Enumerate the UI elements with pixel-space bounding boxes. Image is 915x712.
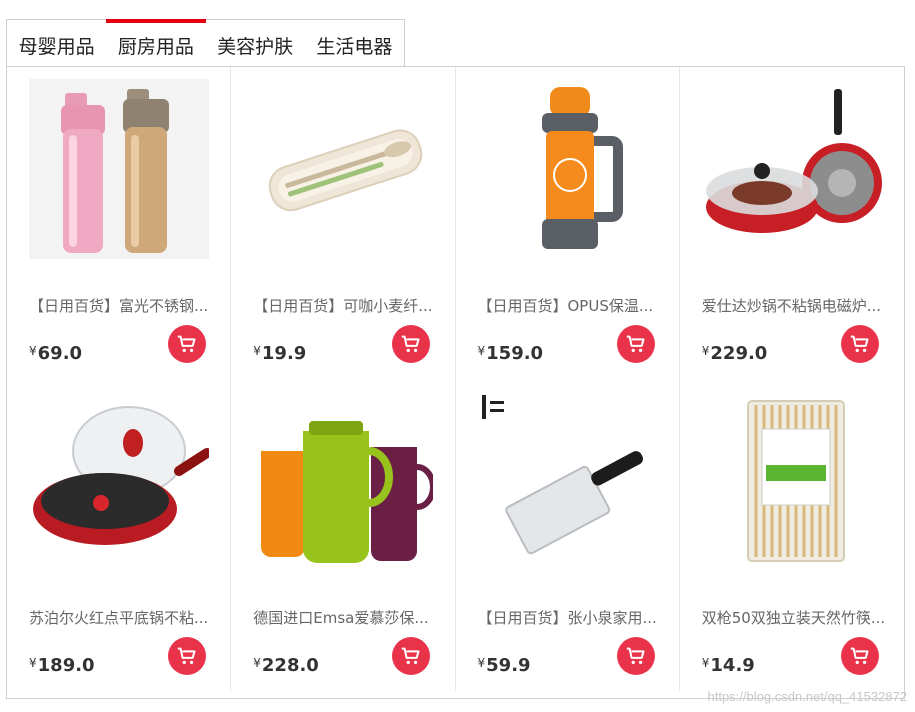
product-title[interactable]: 双枪50双独立装天然竹筷... — [702, 607, 890, 628]
add-to-cart-button[interactable] — [392, 637, 431, 675]
cart-icon — [177, 335, 196, 353]
watermark: https://blog.csdn.net/qq_41532872 — [707, 689, 908, 704]
product-price: ¥69.0 — [29, 343, 82, 364]
product-grid: 【日用百货】富光不锈钢... ¥69.0 【日用百货】可咖小麦纤... ¥ 19… — [7, 67, 904, 698]
price-value: 69.0 — [37, 343, 83, 364]
product-price: ¥59.9 — [478, 655, 531, 676]
tab-kitchen[interactable]: 厨房用品 — [106, 19, 206, 66]
cart-icon — [626, 647, 645, 665]
product-title[interactable]: 【日用百货】富光不锈钢... — [29, 295, 217, 316]
product-price: ¥14.9 — [702, 655, 755, 676]
cart-icon — [850, 335, 869, 353]
product-image-red-wok-set[interactable] — [702, 79, 882, 259]
product-image-thermos-bottles[interactable] — [29, 79, 209, 259]
cart-icon — [850, 647, 869, 665]
add-to-cart-button[interactable] — [616, 637, 655, 675]
price-value: 159.0 — [486, 343, 544, 364]
add-to-cart-button[interactable] — [168, 325, 206, 363]
add-to-cart-button[interactable] — [392, 325, 431, 363]
tab-label: 厨房用品 — [117, 36, 194, 58]
product-image-frying-pan[interactable] — [29, 391, 209, 571]
product-price: ¥229.0 — [702, 343, 768, 364]
price-value: 14.9 — [710, 655, 755, 676]
product-price: ¥19.9 — [253, 343, 306, 364]
tab-label: 母婴用品 — [18, 36, 95, 58]
category-tabs: 母婴用品 厨房用品 美容护肤 生活电器 — [6, 19, 405, 66]
product-image-bamboo-chopsticks[interactable] — [702, 391, 882, 571]
product-panel: 【日用百货】富光不锈钢... ¥69.0 【日用百货】可咖小麦纤... ¥ 19… — [6, 66, 905, 699]
product-image-orange-thermos[interactable] — [478, 79, 658, 259]
product-card[interactable]: 苏泊尔火红点平底锅不粘... ¥189.0 — [7, 379, 232, 691]
product-card[interactable]: 【日用百货】富光不锈钢... ¥69.0 — [7, 67, 232, 379]
product-image-cleaver-knife[interactable] — [478, 391, 658, 571]
product-title[interactable]: 爱仕达炒锅不粘锅电磁炉... — [702, 295, 890, 316]
product-price: ¥189.0 — [29, 655, 95, 676]
add-to-cart-button[interactable] — [168, 637, 206, 675]
currency-symbol: ¥ — [29, 344, 37, 358]
product-card[interactable]: 【日用百货】可咖小麦纤... ¥19.9 — [231, 67, 456, 379]
cart-icon — [626, 335, 645, 353]
product-image-jug-set[interactable] — [253, 391, 434, 571]
currency-symbol: ¥ — [253, 344, 261, 358]
price-value: 19.9 — [261, 343, 307, 364]
price-value: 228.0 — [261, 655, 319, 676]
price-value: 189.0 — [37, 655, 95, 676]
cart-icon — [177, 647, 196, 665]
product-card[interactable]: 爱仕达炒锅不粘锅电磁炉... ¥229.0 — [680, 67, 904, 379]
product-title[interactable]: 【日用百货】OPUS保温... — [478, 295, 666, 316]
price-value: 229.0 — [710, 343, 768, 364]
product-card[interactable]: 德国进口Emsa爱慕莎保... ¥228.0 — [231, 379, 456, 691]
product-title[interactable]: 【日用百货】可咖小麦纤... — [253, 295, 441, 316]
product-card[interactable]: 双枪50双独立装天然竹筷... ¥14.9 — [680, 379, 904, 691]
product-card[interactable]: 【日用百货】OPUS保温... ¥159.0 — [456, 67, 680, 379]
currency-symbol: ¥ — [253, 656, 261, 670]
currency-symbol: ¥ — [29, 656, 37, 670]
currency-symbol: ¥ — [477, 656, 486, 670]
tab-beauty[interactable]: 美容护肤 — [206, 20, 305, 66]
product-card[interactable]: 【日用百货】张小泉家用... ¥59.9 — [456, 379, 680, 691]
add-to-cart-button[interactable] — [840, 325, 879, 363]
product-price: ¥159.0 — [478, 343, 544, 364]
product-title[interactable]: 【日用百货】张小泉家用... — [478, 607, 666, 628]
currency-symbol: ¥ — [701, 656, 710, 670]
product-title[interactable]: 苏泊尔火红点平底锅不粘... — [29, 607, 217, 628]
add-to-cart-button[interactable] — [840, 637, 879, 675]
add-to-cart-button[interactable] — [616, 325, 655, 363]
tab-maternity[interactable]: 母婴用品 — [7, 20, 106, 66]
product-title[interactable]: 德国进口Emsa爱慕莎保... — [253, 607, 441, 628]
tab-label: 美容护肤 — [217, 36, 294, 58]
product-image-cutlery-set[interactable] — [253, 79, 433, 259]
price-value: 59.9 — [486, 655, 531, 676]
cart-icon — [402, 335, 420, 353]
currency-symbol: ¥ — [701, 344, 710, 358]
product-price: ¥228.0 — [253, 655, 319, 676]
currency-symbol: ¥ — [477, 344, 486, 358]
tab-appliances[interactable]: 生活电器 — [305, 20, 404, 66]
tab-label: 生活电器 — [316, 36, 393, 58]
cart-icon — [402, 647, 420, 665]
